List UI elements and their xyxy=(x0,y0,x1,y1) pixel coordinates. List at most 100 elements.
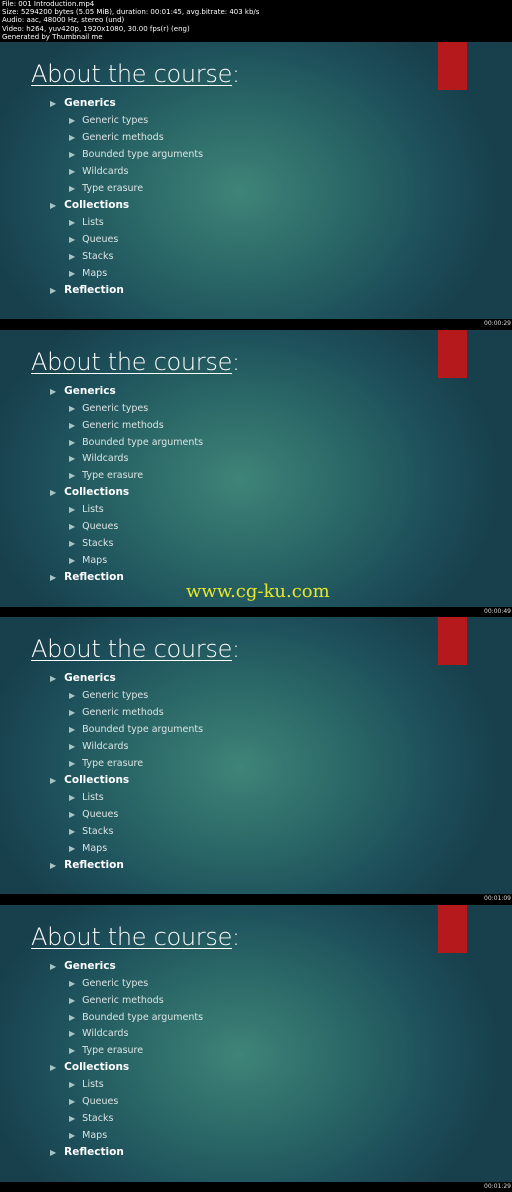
triangle-bullet-icon: ▶ xyxy=(69,1097,76,1107)
triangle-bullet-icon: ▶ xyxy=(69,505,76,515)
outline-item: ▶ Maps xyxy=(69,268,107,279)
outline-section-label: Reflection xyxy=(64,1146,124,1158)
watermark: www.cg-ku.com xyxy=(186,580,330,602)
outline-item-label: Wildcards xyxy=(82,740,129,752)
outline-item: ▶ Generic types xyxy=(69,115,148,126)
timestamp: 00:01:29 xyxy=(484,1182,511,1190)
outline-section-label: Generics xyxy=(64,384,116,397)
triangle-bullet-icon: ▶ xyxy=(69,183,76,193)
outline-item: ▶ Type erasure xyxy=(69,1045,143,1056)
outline-item: ▶ Stacks xyxy=(69,826,113,837)
slide-title-colon: : xyxy=(232,635,240,663)
outline-item: ▶ Type erasure xyxy=(69,758,143,769)
outline-item-label: Maps xyxy=(82,267,108,279)
slide-title: About the course: xyxy=(31,60,240,88)
file-info-line: Audio: aac, 48000 Hz, stereo (und) xyxy=(2,16,125,25)
triangle-bullet-icon: ▶ xyxy=(69,166,76,176)
triangle-bullet-icon: ▶ xyxy=(50,860,57,870)
outline-item-label: Wildcards xyxy=(82,165,129,177)
outline-item-label: Queues xyxy=(82,1096,119,1108)
outline-item: ▶ Wildcards xyxy=(69,166,128,177)
outline-item-label: Generic methods xyxy=(82,419,164,431)
outline-item-label: Type erasure xyxy=(82,757,144,769)
outline-item-label: Lists xyxy=(82,504,104,516)
slide-title-text: About the course xyxy=(31,922,233,951)
triangle-bullet-icon: ▶ xyxy=(50,775,57,785)
outline-item-label: Type erasure xyxy=(82,470,144,482)
outline-item: ▶ Generic types xyxy=(69,978,148,989)
outline-section-label: Reflection xyxy=(64,858,124,871)
accent-bar xyxy=(438,617,467,665)
file-info-header: File: 001 Introduction.mp4 Size: 5294200… xyxy=(0,0,512,42)
slide-title: About the course: xyxy=(31,923,240,951)
triangle-bullet-icon: ▶ xyxy=(69,995,76,1005)
outline-item: ▶ Queues xyxy=(69,809,118,820)
outline-section: ▶ Collections xyxy=(50,486,129,498)
triangle-bullet-icon: ▶ xyxy=(69,741,76,751)
outline-item-label: Generic types xyxy=(82,402,149,414)
outline-item-label: Queues xyxy=(82,233,119,245)
slide-title-colon: : xyxy=(232,347,240,376)
outline-item-label: Maps xyxy=(82,1130,108,1142)
triangle-bullet-icon: ▶ xyxy=(69,809,76,819)
slide-title-text: About the course xyxy=(31,60,233,88)
outline-item-label: Lists xyxy=(82,216,104,228)
outline-item-label: Queues xyxy=(82,808,119,820)
triangle-bullet-icon: ▶ xyxy=(50,488,57,498)
outline-item: ▶ Lists xyxy=(69,217,104,228)
slide-title-colon: : xyxy=(232,922,240,951)
outline-item: ▶ Queues xyxy=(69,1096,118,1107)
outline-item-label: Stacks xyxy=(82,538,114,550)
outline-item-label: Stacks xyxy=(82,825,114,837)
triangle-bullet-icon: ▶ xyxy=(69,1131,76,1141)
triangle-bullet-icon: ▶ xyxy=(69,792,76,802)
file-info-line: Generated by Thumbnail me xyxy=(2,32,103,41)
outline-section-label: Generics xyxy=(64,959,116,972)
file-info-line: Video: h264, yuv420p, 1920x1080, 30.00 f… xyxy=(2,24,190,33)
triangle-bullet-icon: ▶ xyxy=(69,539,76,549)
outline-section: ▶ Generics xyxy=(50,960,116,972)
outline-item: ▶ Stacks xyxy=(69,538,113,549)
triangle-bullet-icon: ▶ xyxy=(69,843,76,853)
triangle-bullet-icon: ▶ xyxy=(69,1114,76,1124)
outline-item: ▶ Wildcards xyxy=(69,1028,128,1039)
outline-section-label: Generics xyxy=(64,672,116,684)
outline-item: ▶ Generic methods xyxy=(69,995,164,1006)
outline-item-label: Bounded type arguments xyxy=(82,724,204,735)
triangle-bullet-icon: ▶ xyxy=(69,403,76,413)
triangle-bullet-icon: ▶ xyxy=(69,133,76,143)
outline-item: ▶ Wildcards xyxy=(69,741,128,752)
slide-title-text: About the course xyxy=(31,635,233,663)
triangle-bullet-icon: ▶ xyxy=(69,1046,76,1056)
triangle-bullet-icon: ▶ xyxy=(69,217,76,227)
triangle-bullet-icon: ▶ xyxy=(50,200,57,210)
video-frame: About the course: ▶ Generics ▶ Generic types… xyxy=(0,42,512,330)
triangle-bullet-icon: ▶ xyxy=(50,285,57,295)
accent-bar xyxy=(438,42,467,90)
accent-bar xyxy=(438,904,467,953)
triangle-bullet-icon: ▶ xyxy=(69,454,76,464)
file-info-line: Size: 5294200 bytes (5.05 MiB), duration… xyxy=(2,8,260,17)
video-frame: About the course: ▶ Generics ▶ Generic types… xyxy=(0,329,512,617)
video-frame: About the course: ▶ Generics ▶ Generic types… xyxy=(0,617,512,905)
outline-item: ▶ Generic types xyxy=(69,403,148,414)
timestamp-bar: 00:00:29 xyxy=(0,319,512,330)
timestamp: 00:00:49 xyxy=(484,607,511,615)
outline-item-label: Queues xyxy=(82,521,119,533)
timestamp-bar: 00:01:09 xyxy=(0,894,512,905)
triangle-bullet-icon: ▶ xyxy=(69,251,76,261)
outline-item: ▶ Bounded type arguments xyxy=(69,437,203,448)
outline-item: ▶ Bounded type arguments xyxy=(69,1012,203,1023)
outline-item: ▶ Lists xyxy=(69,504,104,515)
timestamp: 00:01:09 xyxy=(484,895,511,902)
outline-section-label: Generics xyxy=(64,97,116,109)
outline-item-label: Maps xyxy=(82,842,108,854)
triangle-bullet-icon: ▶ xyxy=(69,116,76,126)
outline-item: ▶ Stacks xyxy=(69,1113,113,1124)
outline-item-label: Stacks xyxy=(82,250,114,262)
outline-section: ▶ Generics xyxy=(50,97,116,109)
outline-item: ▶ Bounded type arguments xyxy=(69,149,203,160)
outline-item-label: Generic methods xyxy=(82,132,164,144)
triangle-bullet-icon: ▶ xyxy=(69,708,76,718)
triangle-bullet-icon: ▶ xyxy=(69,234,76,244)
